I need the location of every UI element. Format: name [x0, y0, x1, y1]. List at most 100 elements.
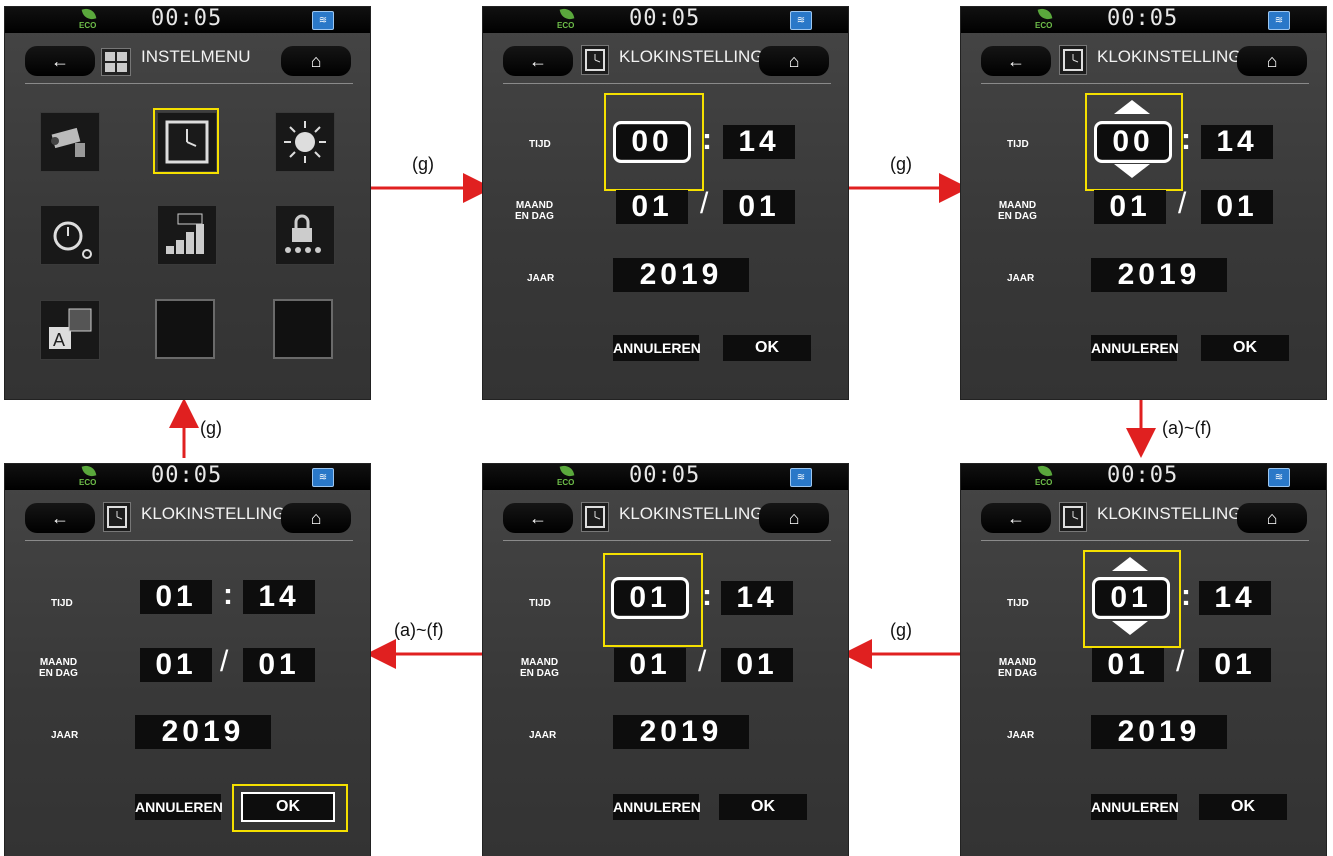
page-title: KLOKINSTELLING — [1097, 504, 1242, 523]
year-field[interactable]: 2019 — [1091, 258, 1227, 292]
svg-text:A: A — [53, 330, 65, 350]
page-title: INSTELMENU — [141, 47, 251, 66]
timer-icon[interactable] — [40, 205, 100, 265]
minute-field[interactable]: 14 — [1199, 581, 1271, 615]
ok-button[interactable]: OK — [1201, 335, 1289, 361]
year-field[interactable]: 2019 — [135, 715, 271, 749]
selection-highlight — [153, 108, 219, 174]
label-g-3: (g) — [890, 620, 912, 640]
month-field[interactable]: 01 — [1092, 648, 1164, 682]
eco-icon: ECO — [79, 463, 99, 489]
back-button[interactable]: ← — [25, 46, 95, 76]
day-field[interactable]: 01 — [243, 648, 315, 682]
status-time: 00:05 — [629, 6, 701, 31]
month-field[interactable]: 01 — [1094, 190, 1166, 224]
ok-button[interactable]: OK — [1199, 794, 1287, 820]
time-label: TIJD — [529, 139, 551, 150]
network-icon: ≋ — [312, 468, 334, 487]
day-field[interactable]: 01 — [1201, 190, 1273, 224]
date-separator: / — [698, 645, 707, 678]
cancel-button[interactable]: ANNULEREN — [1091, 794, 1179, 820]
month-day-label: MAAND EN DAG — [515, 200, 554, 222]
year-field[interactable]: 2019 — [613, 715, 749, 749]
page-title: KLOKINSTELLING — [619, 47, 764, 66]
clock-icon — [1059, 502, 1087, 532]
selection-highlight — [603, 553, 703, 647]
back-button[interactable]: ← — [503, 503, 573, 533]
time-separator: : — [223, 578, 233, 611]
eco-icon: ECO — [1035, 6, 1055, 32]
minute-field[interactable]: 14 — [721, 581, 793, 615]
month-field[interactable]: 01 — [140, 648, 212, 682]
day-field[interactable]: 01 — [723, 190, 795, 224]
back-button[interactable]: ← — [981, 503, 1051, 533]
selection-highlight — [1083, 550, 1181, 648]
home-button[interactable]: ⌂ — [759, 46, 829, 76]
label-g-2: (g) — [890, 154, 912, 174]
clock-icon — [581, 45, 609, 75]
screen-clock-setting-1: ECO 00:05 ≋ ← KLOKINSTELLING ⌂ TIJD 00 :… — [483, 6, 848, 399]
date-separator: / — [700, 187, 709, 220]
year-label: JAAR — [1007, 730, 1035, 741]
cancel-button[interactable]: ANNULEREN — [613, 794, 701, 820]
status-time: 00:05 — [629, 463, 701, 488]
selection-highlight — [604, 93, 704, 191]
minute-field[interactable]: 14 — [723, 125, 795, 159]
home-button[interactable]: ⌂ — [281, 503, 351, 533]
eco-icon: ECO — [79, 6, 99, 32]
label-af-1: (a)~(f) — [1162, 418, 1212, 438]
status-bar: ECO 00:05 ≋ — [5, 6, 370, 33]
camera-icon[interactable] — [40, 112, 100, 172]
day-field[interactable]: 01 — [721, 648, 793, 682]
home-button[interactable]: ⌂ — [1237, 46, 1307, 76]
time-separator: : — [702, 579, 712, 612]
label-af-2: (a)~(f) — [394, 620, 444, 640]
back-button[interactable]: ← — [25, 503, 95, 533]
year-label: JAAR — [529, 730, 557, 741]
ok-button[interactable]: OK — [723, 335, 811, 361]
cancel-button[interactable]: ANNULEREN — [135, 794, 223, 820]
home-button[interactable]: ⌂ — [759, 503, 829, 533]
ok-button[interactable]: OK — [719, 794, 807, 820]
back-button[interactable]: ← — [981, 46, 1051, 76]
page-title: KLOKINSTELLING — [1097, 47, 1242, 66]
cancel-button[interactable]: ANNULEREN — [1091, 335, 1179, 361]
volume-icon[interactable] — [157, 205, 217, 265]
status-time: 00:05 — [1107, 6, 1179, 31]
day-field[interactable]: 01 — [1199, 648, 1271, 682]
date-separator: / — [220, 645, 229, 678]
status-time: 00:05 — [151, 463, 223, 488]
screen-settings-menu: ECO 00:05 ≋ ← INSTELMENU ⌂ A — [5, 6, 370, 399]
month-field[interactable]: 01 — [614, 648, 686, 682]
network-icon: ≋ — [790, 11, 812, 30]
date-separator: / — [1176, 645, 1185, 678]
eco-icon: ECO — [557, 6, 577, 32]
month-field[interactable]: 01 — [616, 190, 688, 224]
eco-icon: ECO — [557, 463, 577, 489]
brightness-icon[interactable] — [275, 112, 335, 172]
hour-field[interactable]: 01 — [140, 580, 212, 614]
back-button[interactable]: ← — [503, 46, 573, 76]
empty-slot — [273, 299, 333, 359]
year-label: JAAR — [51, 730, 79, 741]
page-title: KLOKINSTELLING — [141, 504, 286, 523]
selection-highlight — [1085, 93, 1183, 191]
time-label: TIJD — [1007, 598, 1029, 609]
home-button[interactable]: ⌂ — [1237, 503, 1307, 533]
network-icon: ≋ — [1268, 468, 1290, 487]
home-button[interactable]: ⌂ — [281, 46, 351, 76]
month-day-label: MAAND EN DAG — [998, 200, 1037, 222]
month-day-label: MAAND EN DAG — [39, 657, 78, 679]
lock-icon[interactable] — [275, 205, 335, 265]
language-icon[interactable]: A — [40, 300, 100, 360]
cancel-button[interactable]: ANNULEREN — [613, 335, 701, 361]
minute-field[interactable]: 14 — [243, 580, 315, 614]
label-g-1: (g) — [412, 154, 434, 174]
page-title: KLOKINSTELLING — [619, 504, 764, 523]
year-field[interactable]: 2019 — [613, 258, 749, 292]
clock-icon — [103, 502, 131, 532]
eco-icon: ECO — [1035, 463, 1055, 489]
minute-field[interactable]: 14 — [1201, 125, 1273, 159]
year-field[interactable]: 2019 — [1091, 715, 1227, 749]
divider — [981, 83, 1309, 84]
